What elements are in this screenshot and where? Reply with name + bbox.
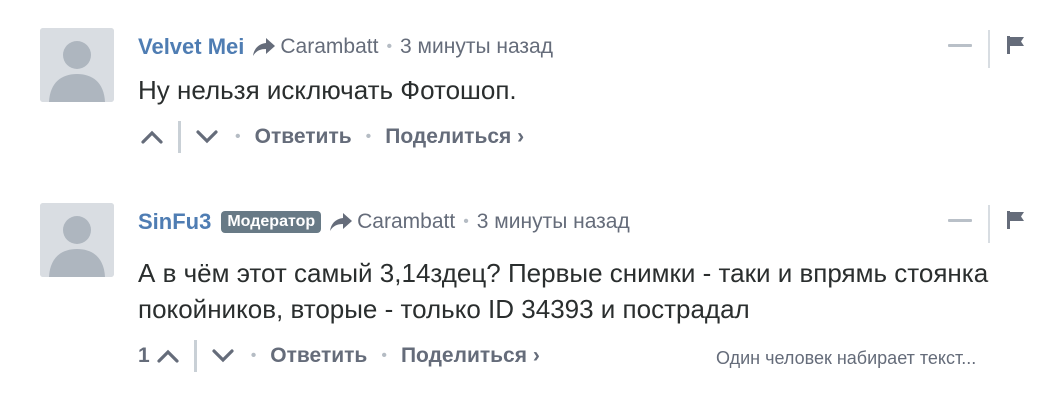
chevron-down-icon: [196, 130, 218, 144]
share-button[interactable]: Поделиться ›: [385, 125, 524, 149]
separator-dot: •: [381, 347, 387, 364]
in-reply-to-link[interactable]: Carambatt: [357, 210, 455, 234]
timestamp[interactable]: 3 минуты назад: [400, 35, 553, 59]
reply-button[interactable]: Ответить: [270, 344, 367, 368]
in-reply-to-link[interactable]: Carambatt: [280, 35, 378, 59]
typing-indicator: Один человек набирает текст...: [716, 348, 977, 368]
separator-dot: •: [235, 128, 241, 145]
user-placeholder-icon: [40, 203, 114, 277]
avatar[interactable]: [40, 203, 114, 277]
divider: [988, 30, 990, 68]
vote-divider: [193, 340, 197, 372]
collapse-button[interactable]: [948, 44, 972, 47]
flag-icon[interactable]: [1006, 210, 1026, 230]
collapse-button[interactable]: [948, 219, 972, 222]
timestamp[interactable]: 3 минуты назад: [477, 210, 630, 234]
comment-footer: 1 • Ответить • Поделиться ›: [138, 340, 540, 372]
comment-header: Velvet Mei Carambatt • 3 минуты назад: [138, 32, 553, 62]
reply-arrow-icon: [253, 38, 276, 56]
moderator-badge: Модератор: [221, 211, 322, 233]
divider: [988, 205, 990, 243]
vote-count: 1: [138, 344, 150, 367]
chevron-down-icon: [212, 349, 234, 363]
chevron-up-icon: [141, 130, 163, 144]
avatar[interactable]: [40, 28, 114, 102]
comment-text: А в чём этот самый 3,14здец? Первые сним…: [138, 258, 989, 324]
upvote-button[interactable]: [138, 122, 166, 152]
chevron-up-icon: [157, 349, 179, 363]
downvote-button[interactable]: [193, 122, 221, 152]
separator-dot: •: [365, 128, 372, 145]
author-name[interactable]: Velvet Mei: [138, 34, 244, 60]
reply-arrow-icon: [330, 213, 353, 231]
share-button[interactable]: Поделиться ›: [401, 344, 540, 368]
comment-header: SinFu3 Модератор Carambatt • 3 минуты на…: [138, 207, 630, 237]
separator-dot: •: [463, 213, 469, 230]
upvote-button[interactable]: [154, 341, 182, 371]
separator-dot: •: [250, 347, 257, 364]
comment-text: Ну нельзя исключать Фотошоп.: [138, 75, 517, 105]
vote-divider: [178, 121, 181, 153]
comment-footer: • Ответить • Поделиться ›: [138, 121, 524, 153]
user-placeholder-icon: [40, 28, 114, 102]
reply-button[interactable]: Ответить: [255, 125, 352, 149]
author-name[interactable]: SinFu3: [138, 209, 211, 235]
flag-icon[interactable]: [1006, 35, 1026, 55]
separator-dot: •: [386, 38, 393, 55]
downvote-button[interactable]: [209, 341, 237, 371]
